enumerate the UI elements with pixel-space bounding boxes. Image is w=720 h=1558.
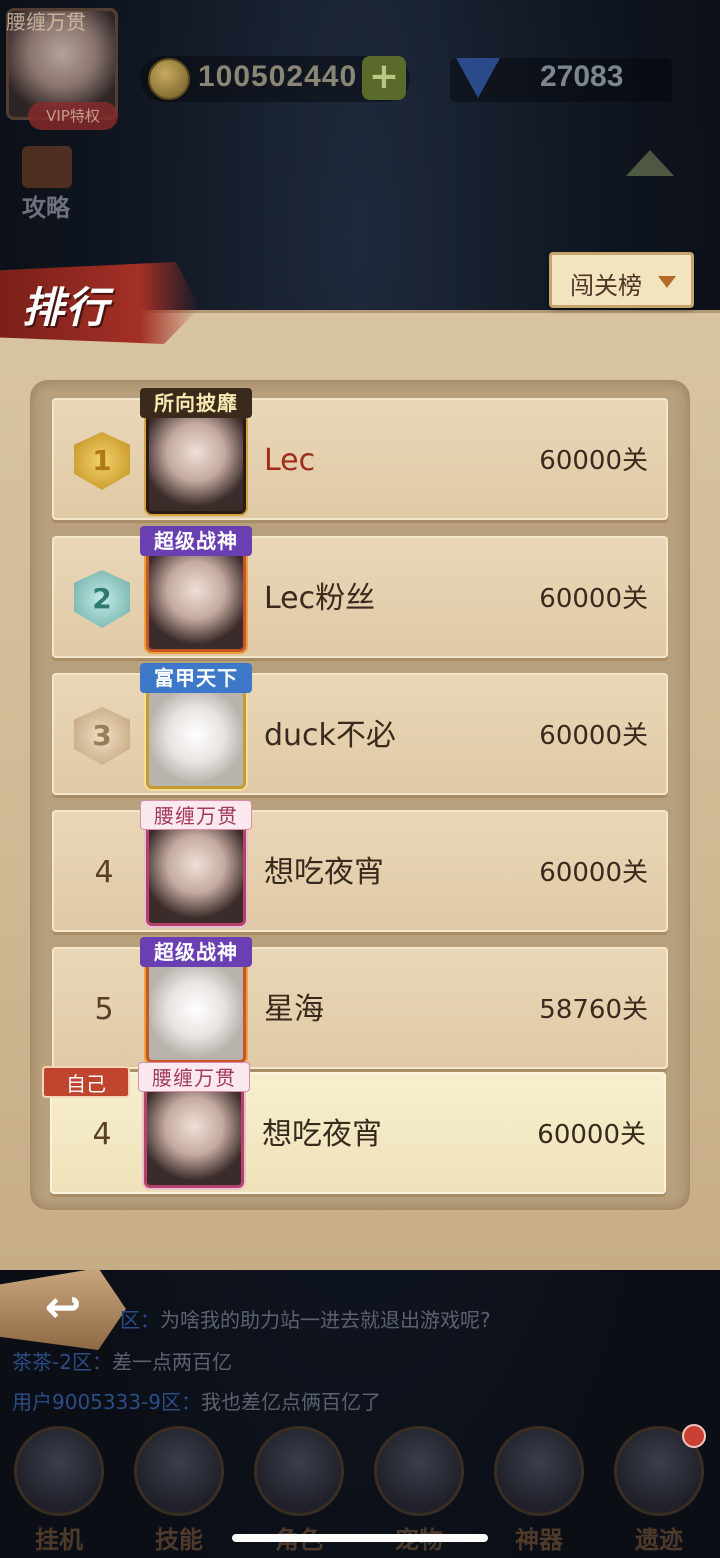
add-gold-button[interactable]: +: [362, 56, 406, 100]
nav-label: 挂机: [35, 1526, 83, 1554]
gold-medal-icon: 1: [74, 432, 130, 490]
gem-amount: 27083: [540, 60, 624, 93]
ranking-row-5[interactable]: 5 超级战神 星海 58760关: [52, 937, 668, 1069]
chat-line: 用户9005333-9区：我也差亿点俩百亿了: [12, 1386, 381, 1415]
gold-amount: 100502440: [198, 60, 358, 93]
player-portrait[interactable]: [144, 1084, 244, 1188]
ranking-row-1[interactable]: 1 所向披靡 Lec 60000关: [52, 388, 668, 520]
nav-label: 遗迹: [635, 1526, 683, 1554]
guide-label[interactable]: 攻略: [22, 188, 70, 223]
portrait-title-badge: 腰缠万贯: [140, 800, 252, 830]
ranking-row-2[interactable]: 2 超级战神 Lec粉丝 60000关: [52, 526, 668, 658]
player-score: 58760关: [539, 995, 648, 1025]
guide-book-icon[interactable]: [22, 146, 72, 188]
player-portrait[interactable]: [146, 822, 246, 926]
back-arrow-icon: ↩: [44, 1282, 82, 1333]
upgrade-arrow-icon[interactable]: [626, 150, 674, 176]
sword-icon: [134, 1426, 224, 1516]
chat-user: 用户9005333-9区：: [12, 1390, 202, 1414]
ranking-row-4[interactable]: 4 腰缠万贯 想吃夜宵 60000关: [52, 800, 668, 932]
chat-user: 茶茶-2区：: [12, 1350, 112, 1374]
coin-icon: [148, 58, 190, 100]
rank-number: 5: [94, 992, 114, 1027]
player-name: Lec粉丝: [264, 581, 376, 616]
ranking-row-3[interactable]: 3 富甲天下 duck不必 60000关: [52, 663, 668, 795]
player-score: 60000关: [539, 584, 648, 614]
notification-dot: [682, 1424, 706, 1448]
nav-skills[interactable]: 技能: [124, 1420, 234, 1558]
player-name: 想吃夜宵: [264, 855, 384, 890]
silver-medal-icon: 2: [74, 570, 130, 628]
top-bar: 腰缠万贯 VIP特权 100502440 + 27083 攻略: [0, 0, 720, 222]
caret-down-icon[interactable]: [658, 276, 676, 288]
chat-message: 为啥我的助力站一进去就退出游戏呢?: [160, 1308, 491, 1332]
player-portrait[interactable]: [146, 410, 246, 514]
idle-icon: [14, 1426, 104, 1516]
player-name: 想吃夜宵: [262, 1117, 382, 1152]
player-score: 60000关: [539, 446, 648, 476]
player-score: 60000关: [537, 1120, 646, 1150]
player-name: Lec: [264, 443, 316, 478]
pet-icon: [374, 1426, 464, 1516]
chat-message: 我也差亿点俩百亿了: [201, 1390, 382, 1414]
nav-label: 神器: [515, 1526, 563, 1554]
portrait-title-badge: 腰缠万贯: [138, 1062, 250, 1092]
ranking-row-self[interactable]: 4 腰缠万贯 想吃夜宵 60000关: [50, 1062, 666, 1194]
home-indicator[interactable]: [232, 1534, 488, 1542]
player-portrait[interactable]: [146, 548, 246, 652]
vip-button[interactable]: VIP特权: [28, 102, 118, 130]
artifact-icon: [494, 1426, 584, 1516]
diamond-icon: [456, 58, 500, 98]
avatar-title: 腰缠万贯: [6, 10, 86, 34]
nav-idle[interactable]: 挂机: [4, 1420, 114, 1558]
nav-label: 技能: [155, 1526, 203, 1554]
player-portrait[interactable]: [146, 959, 246, 1063]
chat-line: 区：为啥我的助力站一进去就退出游戏呢?: [120, 1304, 491, 1333]
chat-line: 茶茶-2区：差一点两百亿: [12, 1346, 232, 1375]
player-score: 60000关: [539, 721, 648, 751]
rank-number: 4: [94, 855, 114, 890]
nav-artifacts[interactable]: 神器: [484, 1420, 594, 1558]
panel-title: 排行: [22, 283, 111, 332]
player-portrait[interactable]: [146, 685, 246, 789]
player-name: duck不必: [264, 718, 396, 753]
self-tag: 自己: [42, 1066, 130, 1098]
portrait-title-badge: 超级战神: [140, 937, 252, 967]
chat-message: 差一点两百亿: [111, 1350, 232, 1374]
character-icon: [254, 1426, 344, 1516]
chat-user: 区：: [120, 1308, 160, 1332]
portrait-title-badge: 所向披靡: [140, 388, 252, 418]
portrait-title-badge: 超级战神: [140, 526, 252, 556]
portrait-title-badge: 富甲天下: [140, 663, 252, 693]
bronze-medal-icon: 3: [74, 707, 130, 765]
dropdown-label[interactable]: 闯关榜: [570, 266, 642, 301]
player-score: 60000关: [539, 858, 648, 888]
player-name: 星海: [264, 992, 324, 1027]
